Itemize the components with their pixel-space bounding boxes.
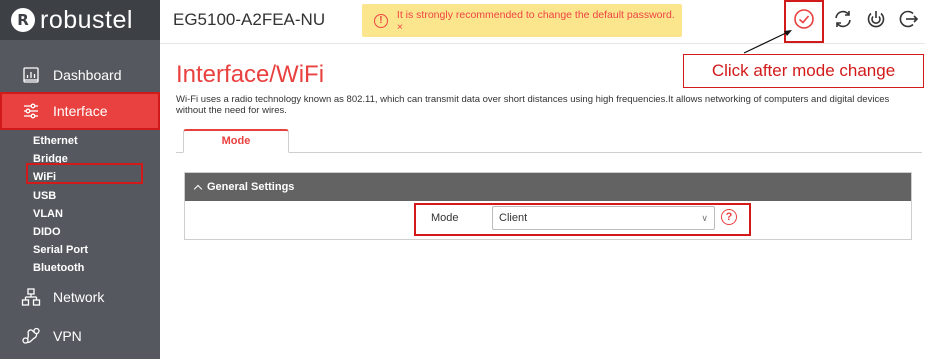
panel-header[interactable]: General Settings bbox=[185, 173, 911, 201]
reboot-icon bbox=[865, 8, 887, 35]
refresh-button[interactable] bbox=[831, 9, 855, 33]
submenu-item-serial-port[interactable]: Serial Port bbox=[33, 241, 88, 259]
submenu-item-dido[interactable]: DIDO bbox=[33, 223, 88, 241]
sidebar-item-vpn[interactable]: VPN bbox=[0, 322, 160, 350]
logout-icon bbox=[898, 8, 920, 35]
general-settings-panel: General Settings Mode Client ∨ ? bbox=[184, 172, 912, 240]
sidebar-item-label: Interface bbox=[53, 103, 108, 119]
sidebar-item-dashboard[interactable]: Dashboard bbox=[0, 62, 160, 88]
network-icon bbox=[20, 286, 42, 308]
chevron-down-icon: ∨ bbox=[701, 213, 708, 223]
chevron-up-icon bbox=[193, 184, 203, 193]
sidebar: R robustel Dashboard Interface Ethernet … bbox=[0, 0, 160, 359]
wifi-highlight-box bbox=[26, 163, 143, 184]
submenu-item-vlan[interactable]: VLAN bbox=[33, 205, 88, 223]
exclamation-icon: ! bbox=[374, 13, 388, 28]
sidebar-item-label: Network bbox=[53, 289, 105, 305]
page-description: Wi-Fi uses a radio technology known as 8… bbox=[176, 94, 890, 116]
sidebar-item-label: Dashboard bbox=[53, 67, 122, 83]
refresh-icon bbox=[832, 8, 854, 35]
brand-logo[interactable]: R robustel bbox=[0, 0, 160, 40]
page-title: Interface/WiFi bbox=[176, 61, 325, 88]
mode-select[interactable]: Client ∨ bbox=[492, 206, 715, 230]
sidebar-item-interface[interactable]: Interface bbox=[0, 92, 160, 130]
interface-submenu: Ethernet Bridge WiFi USB VLAN DIDO Seria… bbox=[33, 132, 88, 278]
tab-mode[interactable]: Mode bbox=[183, 129, 289, 153]
sliders-icon bbox=[20, 100, 42, 122]
apply-highlight-box bbox=[784, 0, 824, 43]
alert-text[interactable]: It is strongly recommended to change the… bbox=[397, 9, 682, 33]
submenu-item-bluetooth[interactable]: Bluetooth bbox=[33, 259, 88, 277]
submenu-item-ethernet[interactable]: Ethernet bbox=[33, 132, 88, 150]
help-icon[interactable]: ? bbox=[721, 209, 737, 225]
callout-note: Click after mode change bbox=[683, 54, 924, 88]
vpn-icon bbox=[20, 325, 42, 347]
brand-name: robustel bbox=[40, 5, 133, 34]
reboot-button[interactable] bbox=[864, 9, 888, 33]
mode-select-value: Client bbox=[499, 212, 528, 224]
sidebar-item-label: VPN bbox=[53, 328, 82, 344]
device-name: EG5100-A2FEA-NU bbox=[173, 10, 326, 29]
logout-button[interactable] bbox=[897, 9, 921, 33]
mode-label: Mode bbox=[431, 212, 459, 224]
dashboard-icon bbox=[20, 64, 42, 86]
submenu-item-usb[interactable]: USB bbox=[33, 187, 88, 205]
panel-title: General Settings bbox=[207, 181, 295, 193]
sidebar-item-network[interactable]: Network bbox=[0, 283, 160, 311]
password-alert: ! It is strongly recommended to change t… bbox=[362, 4, 682, 37]
logo-mark-icon: R bbox=[11, 8, 35, 32]
